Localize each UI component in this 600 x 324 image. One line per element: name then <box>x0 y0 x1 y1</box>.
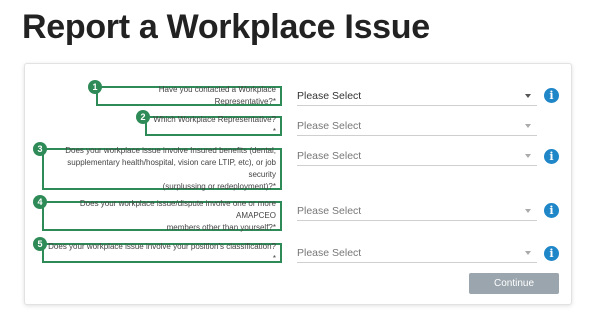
question-2-text: Which Workplace Representative?* <box>153 115 276 136</box>
question-2-select-value: Please Select <box>297 119 362 132</box>
question-4-label: Does your workplace issue/dispute involv… <box>42 199 282 232</box>
question-2-label: Which Workplace Representative?* <box>145 115 282 136</box>
question-5-label: Does your workplace issue involve your p… <box>42 242 282 263</box>
chevron-down-icon <box>525 250 531 255</box>
question-2-select[interactable]: Please Select <box>297 116 537 136</box>
question-3-info-icon[interactable]: i <box>544 149 559 164</box>
question-4-select[interactable]: Please Select <box>297 201 537 221</box>
question-4-info-icon[interactable]: i <box>544 203 559 218</box>
step-badge-1: 1 <box>88 80 102 94</box>
chevron-down-icon <box>525 153 531 158</box>
step-badge-3: 3 <box>33 142 47 156</box>
page-title: Report a Workplace Issue <box>22 8 430 46</box>
question-5-select-value: Please Select <box>297 246 362 259</box>
chevron-down-icon <box>525 123 531 128</box>
question-4-text-line-1: Does your workplace issue/dispute involv… <box>79 199 276 220</box>
question-5-select[interactable]: Please Select <box>297 243 537 263</box>
question-3-text-line-3: (surplussing or redeployment)?* <box>162 182 276 191</box>
step-badge-5: 5 <box>33 237 47 251</box>
continue-button[interactable]: Continue <box>469 273 559 294</box>
chevron-down-icon <box>525 93 531 98</box>
step-badge-2: 2 <box>136 110 150 124</box>
question-1-info-icon[interactable]: i <box>544 88 559 103</box>
question-5-text: Does your workplace issue involve your p… <box>48 242 276 263</box>
question-3-select-value: Please Select <box>297 149 362 162</box>
chevron-down-icon <box>525 208 531 213</box>
question-3-text-line-2: supplementary health/hospital, vision ca… <box>67 158 276 179</box>
question-1-select[interactable]: Please Select <box>297 86 537 106</box>
question-5-info-icon[interactable]: i <box>544 246 559 261</box>
question-3-label: Does your workplace issue involve Insure… <box>42 146 282 191</box>
question-1-label: Have you contacted a Workplace Represent… <box>96 85 282 106</box>
question-3-select[interactable]: Please Select <box>297 146 537 166</box>
question-3-text-line-1: Does your workplace issue involve Insure… <box>65 146 276 155</box>
question-4-select-value: Please Select <box>297 204 362 217</box>
question-1-select-value: Please Select <box>297 89 362 102</box>
question-4-text-line-2: members other than yourself?* <box>166 223 276 232</box>
step-badge-4: 4 <box>33 195 47 209</box>
question-1-text: Have you contacted a Workplace Represent… <box>158 85 276 106</box>
